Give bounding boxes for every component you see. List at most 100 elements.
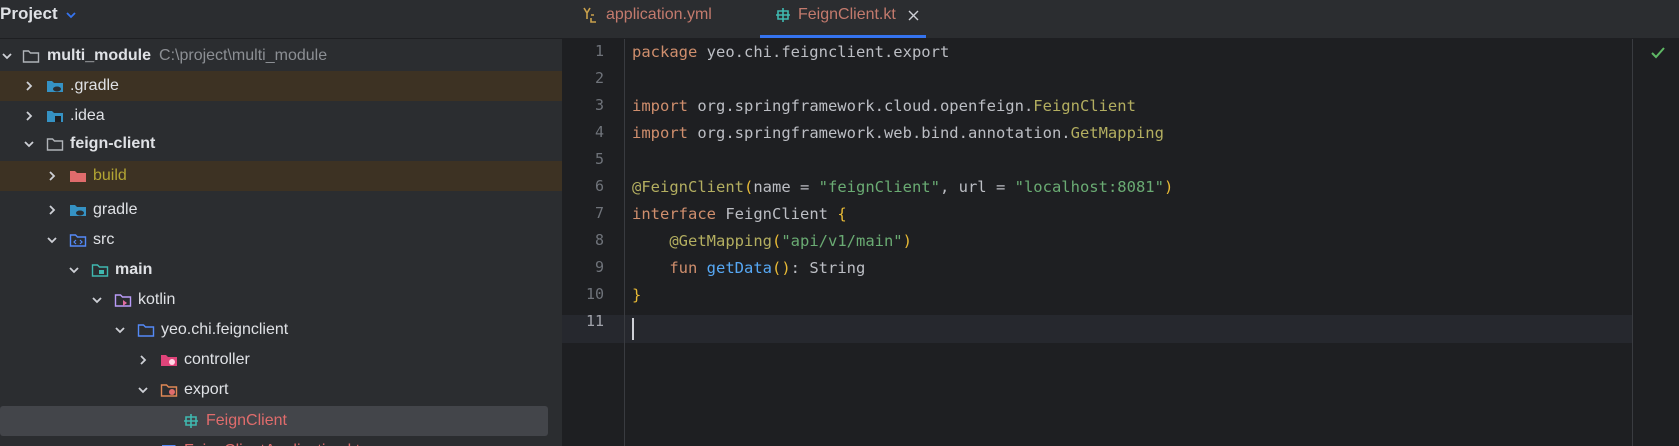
tree-item-label: export xyxy=(184,381,229,398)
export-folder-icon xyxy=(160,384,178,397)
tree-item-feignclient-file[interactable]: FeignClient xyxy=(0,406,548,436)
chevron-right-icon[interactable] xyxy=(45,203,59,217)
line-number: 2 xyxy=(594,69,604,87)
chevron-down-icon[interactable] xyxy=(136,383,150,397)
code-line[interactable]: import org.springframework.web.bind.anno… xyxy=(632,120,1164,147)
tree-item-package-yeo-chi-feignclient[interactable]: yeo.chi.feignclient xyxy=(0,315,562,345)
chevron-right-icon[interactable] xyxy=(22,109,36,123)
paren: ( xyxy=(771,232,782,250)
tree-item-label: FeignClientApplication.kt xyxy=(184,436,360,446)
tree-item-controller[interactable]: controller xyxy=(0,345,562,375)
annotation: @GetMapping xyxy=(669,232,772,250)
line-number-gutter[interactable]: 1 2 3 4 5 6 7 8 9 10 11 xyxy=(562,39,625,446)
package-name: yeo.chi.feignclient.export xyxy=(697,43,950,61)
tab-feignclient-kt[interactable]: FeignClient.kt xyxy=(760,0,926,38)
tree-item-build[interactable]: build xyxy=(0,161,562,191)
keyword: import xyxy=(632,124,688,142)
gradle-folder-icon xyxy=(70,205,86,216)
tree-item-dot-idea[interactable]: .idea xyxy=(0,101,562,131)
module-folder-icon xyxy=(46,138,64,151)
chevron-down-icon[interactable] xyxy=(67,263,81,277)
tree-item-export[interactable]: export xyxy=(0,375,562,405)
folder-icon xyxy=(22,50,40,63)
code-line[interactable]: @FeignClient(name = "feignClient", url =… xyxy=(632,174,1173,201)
line-number: 11 xyxy=(585,312,604,330)
chevron-right-icon[interactable] xyxy=(136,353,150,367)
class-reference: GetMapping xyxy=(1070,124,1164,142)
tree-item-label: kotlin xyxy=(138,291,176,308)
right-margin-guide xyxy=(1632,39,1633,446)
function-name: getData xyxy=(706,259,772,277)
line-number: 6 xyxy=(594,177,604,195)
chevron-down-icon[interactable] xyxy=(0,49,14,63)
project-view-selector[interactable]: Project xyxy=(0,4,58,24)
chevron-down-icon[interactable] xyxy=(113,323,127,337)
line-number: 5 xyxy=(594,150,604,168)
tree-item-label: FeignClient xyxy=(206,412,287,429)
tree-item-label: .gradle xyxy=(70,77,119,94)
code-line[interactable]: import org.springframework.cloud.openfei… xyxy=(632,93,1136,120)
current-line-highlight xyxy=(562,315,1632,343)
line-number: 8 xyxy=(594,231,604,249)
line-number: 10 xyxy=(585,285,604,303)
yaml-file-icon xyxy=(583,7,596,23)
tree-item-dot-gradle[interactable]: .gradle xyxy=(0,71,562,101)
kotlin-folder-icon xyxy=(114,294,132,307)
tree-item-label: yeo.chi.feignclient xyxy=(161,321,289,338)
tree-item-multi-module[interactable]: multi_module C:\project\multi_module xyxy=(0,41,562,71)
tree-item-gradle[interactable]: gradle xyxy=(0,195,562,225)
string-literal: "feignClient" xyxy=(818,178,940,196)
code-line[interactable]: interface FeignClient { xyxy=(632,201,847,228)
editor-tab-bar: application.yml FeignClient.kt xyxy=(562,0,1679,39)
tree-item-kotlin[interactable]: kotlin xyxy=(0,285,562,315)
string-literal: "localhost:8081" xyxy=(1014,178,1164,196)
controller-folder-icon xyxy=(161,355,177,366)
paren: () xyxy=(772,259,791,277)
keyword: import xyxy=(632,97,688,115)
source-folder-icon xyxy=(69,234,87,247)
excluded-folder-icon xyxy=(70,171,86,182)
argument-name: name = xyxy=(753,178,819,196)
chevron-right-icon[interactable] xyxy=(22,79,36,93)
tab-label: application.yml xyxy=(606,6,712,23)
tree-item-src[interactable]: src xyxy=(0,225,562,255)
interface-name: FeignClient xyxy=(716,205,838,223)
tree-item-feignclientapplication[interactable]: FeignClientApplication.kt xyxy=(0,436,562,446)
editor[interactable]: application.yml FeignClient.kt 1 2 3 4 5… xyxy=(562,0,1679,446)
code-line[interactable]: fun getData(): String xyxy=(632,255,865,282)
tree-item-label: build xyxy=(93,167,127,184)
tree-item-label: src xyxy=(93,231,115,248)
package-folder-icon xyxy=(137,324,155,337)
text-caret xyxy=(632,318,634,340)
chevron-down-icon[interactable] xyxy=(45,233,59,247)
line-number: 4 xyxy=(594,123,604,141)
code-line[interactable]: } xyxy=(632,282,641,309)
chevron-right-icon[interactable] xyxy=(45,169,59,183)
check-icon[interactable] xyxy=(1650,46,1666,60)
brace: } xyxy=(632,286,642,304)
chevron-down-icon[interactable] xyxy=(65,9,77,21)
project-tool-window: Project multi_module C:\project\multi_mod… xyxy=(0,0,562,446)
code-line[interactable]: package yeo.chi.feignclient.export xyxy=(632,39,949,66)
close-icon[interactable] xyxy=(908,10,919,21)
brace: { xyxy=(837,205,847,223)
paren: ) xyxy=(1163,178,1174,196)
tree-item-label: multi_module xyxy=(47,47,152,64)
source-root-folder-icon xyxy=(91,264,109,277)
return-type: : String xyxy=(790,259,866,277)
chevron-down-icon[interactable] xyxy=(90,293,104,307)
code-line[interactable]: @GetMapping("api/v1/main") xyxy=(632,228,912,255)
tree-item-label: feign-client xyxy=(70,135,156,152)
kotlin-interface-icon xyxy=(776,8,790,22)
chevron-down-icon[interactable] xyxy=(22,137,36,151)
gradle-folder-icon xyxy=(47,81,63,92)
kotlin-interface-icon xyxy=(184,414,198,428)
tree-item-main[interactable]: main xyxy=(0,255,562,285)
tree-item-feign-client[interactable]: feign-client xyxy=(0,129,562,159)
line-number: 3 xyxy=(594,96,604,114)
keyword: interface xyxy=(632,205,716,223)
import-path: org.springframework.web.bind.annotation. xyxy=(688,124,1071,142)
annotation: @FeignClient xyxy=(632,178,744,196)
